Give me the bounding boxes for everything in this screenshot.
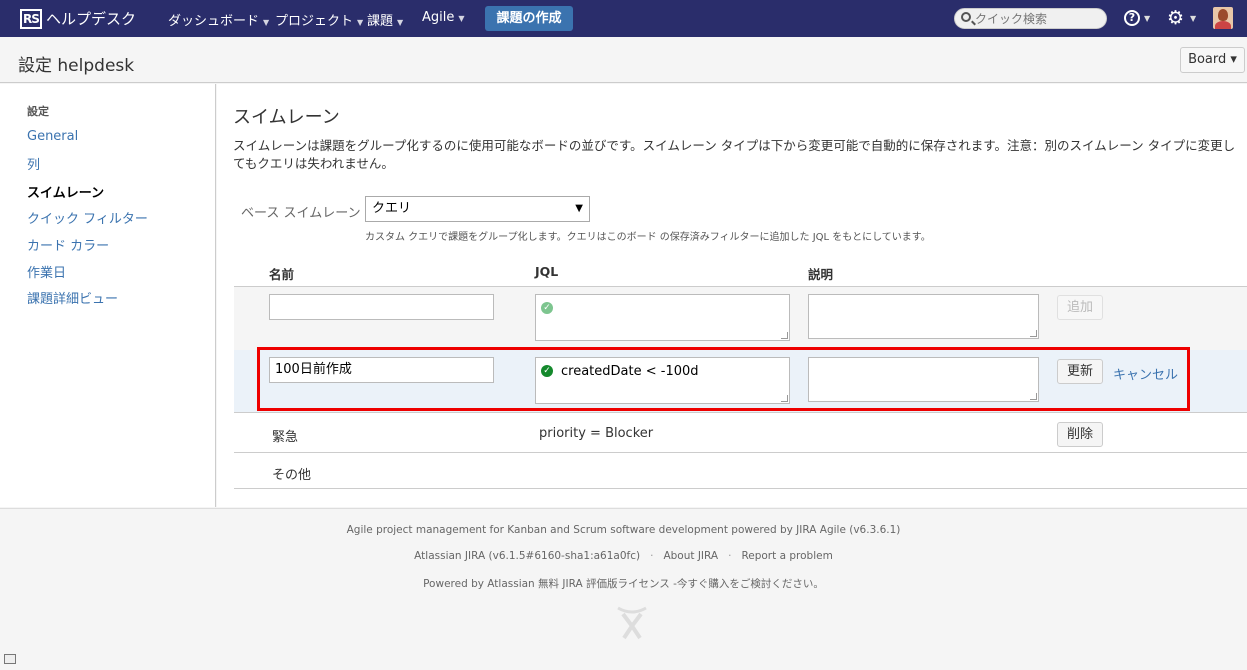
- column-header-jql: JQL: [535, 264, 559, 279]
- nav-agile[interactable]: Agile ▼: [422, 10, 465, 25]
- check-icon: ✓: [541, 302, 553, 314]
- about-jira-link[interactable]: About JIRA: [663, 550, 718, 562]
- help-icon[interactable]: ?: [1124, 10, 1140, 26]
- add-button[interactable]: 追加: [1057, 295, 1103, 320]
- divider: [234, 488, 1247, 489]
- footer-links: Atlassian JIRA (v6.1.5#6160-sha1:a61a0fc…: [0, 550, 1247, 562]
- separator: ·: [650, 550, 654, 562]
- sidebar-item-general[interactable]: General: [27, 129, 78, 144]
- sidebar-item-issue-detail-view[interactable]: 課題詳細ビュー: [27, 288, 118, 307]
- top-navigation-bar: RS ヘルプデスク ダッシュボード ▼ プロジェクト ▼ 課題 ▼ Agile ▼ 課題…: [0, 0, 1247, 37]
- base-swimlane-label: ベース スイムレーン: [241, 206, 361, 221]
- atlassian-logo-icon: [617, 606, 647, 640]
- delete-button[interactable]: 削除: [1057, 422, 1103, 447]
- footer-agile-credit: Agile project management for Kanban and …: [346, 524, 901, 536]
- chevron-down-icon: ▼: [357, 18, 364, 27]
- resize-handle[interactable]: [1030, 330, 1037, 337]
- gear-icon[interactable]: ⚙: [1167, 7, 1184, 29]
- mail-icon[interactable]: [4, 654, 16, 664]
- chevron-down-icon: ▼: [397, 18, 404, 27]
- search-icon: [961, 12, 971, 22]
- section-title: スイムレーン: [233, 107, 340, 128]
- nav-issues[interactable]: 課題 ▼: [367, 10, 403, 29]
- add-swimlane-row: ✓ 追加: [234, 287, 1247, 350]
- divider: [234, 412, 1247, 413]
- nav-projects-label: プロジェクト: [275, 14, 354, 29]
- swimlane-jql: priority = Blocker: [539, 426, 654, 441]
- chevron-down-icon: ▼: [263, 18, 270, 27]
- column-header-name: 名前: [269, 267, 295, 282]
- settings-sidebar: 設定 General 列 スイムレーン クイック フィルター カード カラー 作…: [0, 84, 216, 507]
- chevron-down-icon: ▼: [1144, 14, 1151, 23]
- nav-dashboards[interactable]: ダッシュボード ▼: [168, 10, 269, 29]
- new-swimlane-description-field[interactable]: [808, 294, 1039, 339]
- sidebar-item-columns[interactable]: 列: [27, 154, 40, 173]
- logo-mark: RS: [20, 8, 42, 29]
- nav-projects[interactable]: プロジェクト ▼: [275, 10, 363, 29]
- logo-text: ヘルプデスク: [46, 10, 137, 28]
- page-title: 設定 helpdesk: [18, 56, 135, 76]
- quick-search-input[interactable]: [975, 10, 1103, 27]
- highlight-box: [257, 347, 1190, 411]
- sidebar-item-card-colors[interactable]: カード カラー: [27, 235, 109, 254]
- new-swimlane-jql-field[interactable]: ✓: [535, 294, 790, 341]
- separator: ·: [728, 550, 732, 562]
- base-swimlane-select[interactable]: クエリ ▼: [365, 196, 590, 222]
- user-avatar[interactable]: [1213, 7, 1233, 29]
- resize-handle[interactable]: [781, 332, 788, 339]
- sidebar-item-swimlanes[interactable]: スイムレーン: [27, 182, 104, 201]
- dropdown-arrow-icon: ▼: [575, 203, 583, 214]
- sidebar-item-working-days[interactable]: 作業日: [27, 262, 66, 281]
- new-swimlane-name-field[interactable]: [269, 294, 494, 320]
- nav-agile-label: Agile: [422, 10, 455, 25]
- app-logo[interactable]: RS ヘルプデスク: [20, 7, 136, 30]
- nav-dashboards-label: ダッシュボード: [168, 14, 260, 29]
- footer-version: Atlassian JIRA (v6.1.5#6160-sha1:a61a0fc…: [414, 550, 641, 562]
- base-swimlane-hint: カスタム クエリで課題をグループ化します。クエリはこのボード の保存済みフィルタ…: [365, 232, 931, 243]
- section-description: スイムレーンは課題をグループ化するのに使用可能なボードの並びです。スイムレーン …: [233, 138, 1236, 171]
- footer-license: Powered by Atlassian 無料 JIRA 評価版ライセンス -今…: [423, 578, 824, 590]
- page-header: 設定 helpdesk Board ▾: [0, 37, 1247, 83]
- swimlane-name: その他: [272, 468, 312, 483]
- quick-search[interactable]: [954, 8, 1107, 29]
- report-problem-link[interactable]: Report a problem: [741, 550, 832, 562]
- swimlane-name: 緊急: [272, 430, 299, 445]
- main-content: スイムレーン スイムレーンは課題をグループ化するのに使用可能なボードの並びです。…: [217, 84, 1247, 507]
- board-menu-button[interactable]: Board ▾: [1180, 47, 1245, 73]
- base-swimlane-value: クエリ: [372, 201, 412, 216]
- sidebar-heading: 設定: [27, 105, 49, 118]
- chevron-down-icon: ▼: [1190, 14, 1197, 23]
- page-footer: Agile project management for Kanban and …: [0, 508, 1247, 670]
- nav-issues-label: 課題: [367, 14, 394, 29]
- create-issue-button[interactable]: 課題の作成: [485, 6, 573, 31]
- divider: [234, 452, 1247, 453]
- sidebar-item-quick-filters[interactable]: クイック フィルター: [27, 208, 148, 227]
- chevron-down-icon: ▼: [458, 14, 465, 23]
- column-header-description: 説明: [808, 267, 834, 282]
